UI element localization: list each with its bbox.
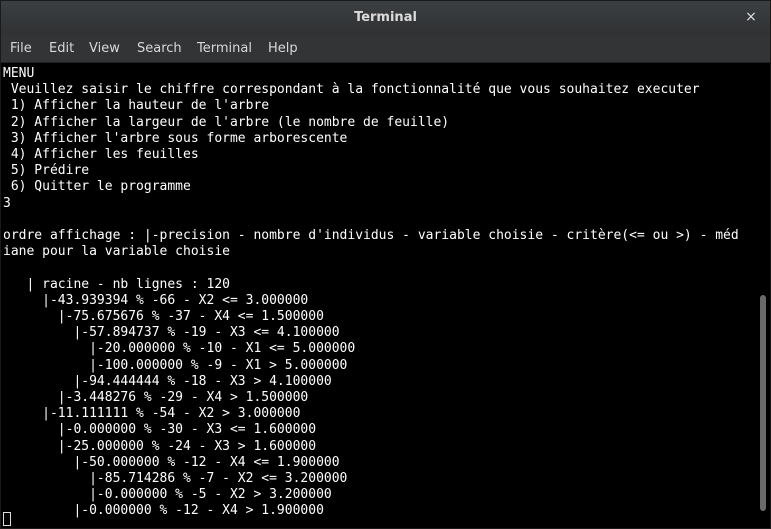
terminal-line: |-11.111111 % -54 - X2 > 3.000000 bbox=[3, 406, 301, 422]
terminal-line: 1) Afficher la hauteur de l'arbre bbox=[3, 98, 270, 114]
menu-edit[interactable]: Edit bbox=[49, 41, 74, 56]
terminal-line: |-85.714286 % -7 - X2 <= 3.200000 bbox=[3, 471, 348, 487]
terminal-line: |-94.444444 % -18 - X3 > 4.100000 bbox=[3, 373, 332, 389]
terminal-window: Terminal × File Edit View Search Termina… bbox=[0, 0, 771, 529]
terminal-line: |-57.894737 % -19 - X3 <= 4.100000 bbox=[3, 325, 340, 341]
terminal-line: Veuillez saisir le chiffre correspondant… bbox=[3, 82, 700, 98]
menu-bar: File Edit View Search Terminal Help bbox=[1, 35, 770, 63]
menu-terminal[interactable]: Terminal bbox=[197, 41, 252, 56]
terminal-line: | racine - nb lignes : 120 bbox=[3, 276, 230, 292]
terminal-line: |-43.939394 % -66 - X2 <= 3.000000 bbox=[3, 292, 309, 308]
terminal-line: 4) Afficher les feuilles bbox=[3, 147, 199, 163]
terminal-line: MENU bbox=[3, 66, 35, 81]
terminal-output[interactable]: MENU Veuillez saisir le chiffre correspo… bbox=[1, 63, 758, 528]
terminal-line: |-75.675676 % -37 - X4 <= 1.500000 bbox=[3, 309, 324, 325]
terminal-line: |-25.000000 % -24 - X3 > 1.600000 bbox=[3, 438, 317, 454]
close-icon[interactable]: × bbox=[742, 8, 760, 26]
window-title: Terminal bbox=[354, 10, 417, 25]
terminal-line: |-3.448276 % -29 - X4 > 1.500000 bbox=[3, 390, 309, 406]
terminal-line: |-0.000000 % -12 - X4 > 1.900000 bbox=[3, 503, 324, 519]
menu-search[interactable]: Search bbox=[137, 41, 182, 56]
menu-file[interactable]: File bbox=[10, 41, 32, 56]
terminal-line: 3 bbox=[3, 195, 11, 211]
terminal-line: ordre affichage : |-precision - nombre d… bbox=[3, 228, 739, 244]
terminal-line: 5) Prédire bbox=[3, 163, 90, 179]
terminal-line: iane pour la variable choisie bbox=[3, 244, 230, 260]
terminal-line: 6) Quitter le programme bbox=[3, 179, 191, 195]
terminal-line: 2) Afficher la largeur de l'arbre (le no… bbox=[3, 114, 450, 130]
menu-help[interactable]: Help bbox=[268, 41, 298, 56]
terminal-line: 3) Afficher l'arbre sous forme arboresce… bbox=[3, 130, 348, 146]
terminal-line: |-0.000000 % -5 - X2 > 3.200000 bbox=[3, 487, 332, 503]
text-cursor bbox=[3, 512, 11, 526]
menu-view[interactable]: View bbox=[89, 41, 120, 56]
title-bar[interactable]: Terminal × bbox=[1, 1, 770, 35]
terminal-line: |-20.000000 % -10 - X1 <= 5.000000 bbox=[3, 341, 356, 357]
terminal-line: |-50.000000 % -12 - X4 <= 1.900000 bbox=[3, 454, 340, 470]
terminal-text: MENU Veuillez saisir le chiffre correspo… bbox=[1, 63, 758, 520]
terminal-line: |-0.000000 % -30 - X3 <= 1.600000 bbox=[3, 422, 317, 438]
terminal-line: |-100.000000 % -9 - X1 > 5.000000 bbox=[3, 357, 348, 373]
scrollbar-thumb[interactable] bbox=[760, 295, 766, 511]
